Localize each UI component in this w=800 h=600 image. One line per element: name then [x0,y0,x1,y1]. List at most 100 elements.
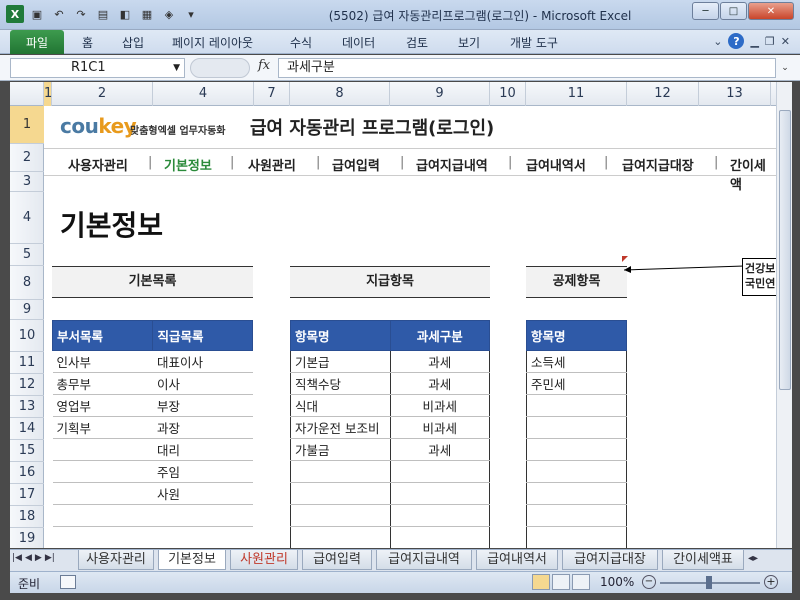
name-box[interactable]: R1C1 ▼ [10,58,185,78]
tab-view[interactable]: 보기 [458,34,480,51]
table-cell[interactable]: 식대 [290,394,390,417]
file-tab[interactable]: 파일 [10,30,64,54]
row-header[interactable]: 16 [10,462,44,484]
row-header[interactable]: 5 [10,244,44,266]
table-cell[interactable]: 주민세 [526,372,627,395]
row-header[interactable]: 8 [10,266,44,300]
row-header[interactable]: 2 [10,144,44,172]
nav-pay-statement[interactable]: 급여내역서 [526,155,586,174]
table-cell[interactable] [389,460,490,483]
cell-comment-box[interactable]: 건강보 국민연 [742,258,776,296]
sheet-tab-scroll-icon[interactable]: ◂▸ [748,553,758,564]
nav-simple-tax[interactable]: 간이세액 [730,155,776,193]
tab-home[interactable]: 홈 [82,34,93,51]
table-cell[interactable]: 부장 [152,394,253,417]
normal-view-button[interactable] [532,574,550,590]
nav-payment-history[interactable]: 급여지급내역 [416,155,488,174]
toolbar-icon-1[interactable]: ▤ [94,5,112,23]
chevron-down-icon[interactable]: ▼ [173,59,180,77]
maximize-button[interactable]: □ [720,2,747,20]
table-cell[interactable] [152,526,253,548]
sheet-tab-payroll-ledger[interactable]: 급여지급대장 [562,550,658,570]
nav-user-management[interactable]: 사용자관리 [68,155,128,174]
table-cell[interactable] [290,504,390,527]
table-cell[interactable]: 기획부 [52,416,153,439]
table-cell[interactable]: 영업부 [52,394,153,417]
table-cell[interactable] [526,504,627,527]
nav-basic-info[interactable]: 기본정보 [164,155,212,174]
zoom-in-button[interactable]: + [764,575,778,589]
table-cell[interactable]: 주임 [152,460,253,483]
excel-logo-icon[interactable]: X [6,5,24,23]
workbook-restore-icon[interactable]: ❐ [765,35,775,48]
tab-page-layout[interactable]: 페이지 레이아웃 [172,34,253,51]
nav-employee-management[interactable]: 사원관리 [248,155,296,174]
table-cell[interactable] [152,504,253,527]
table-cell[interactable] [52,438,153,461]
toolbar-icon-2[interactable]: ◧ [116,5,134,23]
column-header[interactable]: 2 [52,82,153,106]
column-header[interactable]: 9 [390,82,490,106]
sheet-tab-user-management[interactable]: 사용자관리 [78,550,154,570]
row-header[interactable]: 9 [10,300,44,320]
table-cell[interactable] [526,482,627,505]
table-cell[interactable]: 대리 [152,438,253,461]
page-layout-view-button[interactable] [552,574,570,590]
row-header[interactable]: 14 [10,418,44,440]
table-cell[interactable] [290,526,390,548]
table-cell[interactable]: 가불금 [290,438,390,461]
row-header[interactable]: 17 [10,484,44,506]
table-cell[interactable]: 과세 [389,438,490,461]
scrollbar-thumb[interactable] [779,110,791,390]
zoom-level[interactable]: 100% [600,575,634,589]
table-cell[interactable] [526,394,627,417]
table-cell[interactable] [389,526,490,548]
next-sheet-icon[interactable]: ▶ [35,553,42,563]
row-header[interactable]: 15 [10,440,44,462]
undo-icon[interactable]: ↶ [50,5,68,23]
table-cell[interactable]: 과세 [389,372,490,395]
row-header[interactable]: 12 [10,374,44,396]
sheet-tab-employee-management[interactable]: 사원관리 [230,550,298,570]
page-break-view-button[interactable] [572,574,590,590]
table-cell[interactable] [389,504,490,527]
first-sheet-icon[interactable]: |◀ [12,553,22,563]
ribbon-collapse-icon[interactable]: ⌄ [713,35,722,48]
last-sheet-icon[interactable]: ▶| [45,553,55,563]
tab-insert[interactable]: 삽입 [122,34,144,51]
column-header[interactable]: 8 [290,82,390,106]
expand-formula-bar-icon[interactable]: ⌄ [778,58,792,78]
tab-developer[interactable]: 개발 도구 [510,34,558,51]
table-cell[interactable] [290,460,390,483]
table-cell[interactable] [52,460,153,483]
table-cell[interactable] [52,482,153,505]
column-header[interactable]: 13 [699,82,771,106]
row-header[interactable]: 11 [10,352,44,374]
zoom-slider-thumb[interactable] [706,576,712,589]
table-cell[interactable] [526,526,627,548]
column-header[interactable]: 7 [254,82,290,106]
table-cell[interactable] [526,416,627,439]
column-header[interactable]: 1 [44,82,52,106]
table-cell[interactable]: 인사부 [52,350,153,373]
row-header[interactable]: 3 [10,172,44,192]
column-header[interactable]: 10 [490,82,526,106]
tab-review[interactable]: 검토 [406,34,428,51]
table-cell[interactable] [526,460,627,483]
table-cell[interactable]: 자가운전 보조비 [290,416,390,439]
table-cell[interactable]: 직책수당 [290,372,390,395]
table-cell[interactable]: 과세 [389,350,490,373]
sheet-tab-pay-statement[interactable]: 급여내역서 [476,550,558,570]
workbook-minimize-icon[interactable]: ▁ [750,35,758,48]
table-cell[interactable]: 이사 [152,372,253,395]
workbook-close-icon[interactable]: ✕ [781,35,790,48]
macro-record-icon[interactable] [60,575,76,589]
row-header[interactable]: 10 [10,320,44,352]
column-header[interactable]: 12 [627,82,699,106]
row-header[interactable]: 18 [10,506,44,528]
close-button[interactable]: ✕ [748,2,794,20]
formula-input[interactable]: 과세구분 [278,58,776,78]
formula-bar-splitter[interactable] [190,58,250,78]
table-cell[interactable]: 사원 [152,482,253,505]
table-cell[interactable] [52,504,153,527]
